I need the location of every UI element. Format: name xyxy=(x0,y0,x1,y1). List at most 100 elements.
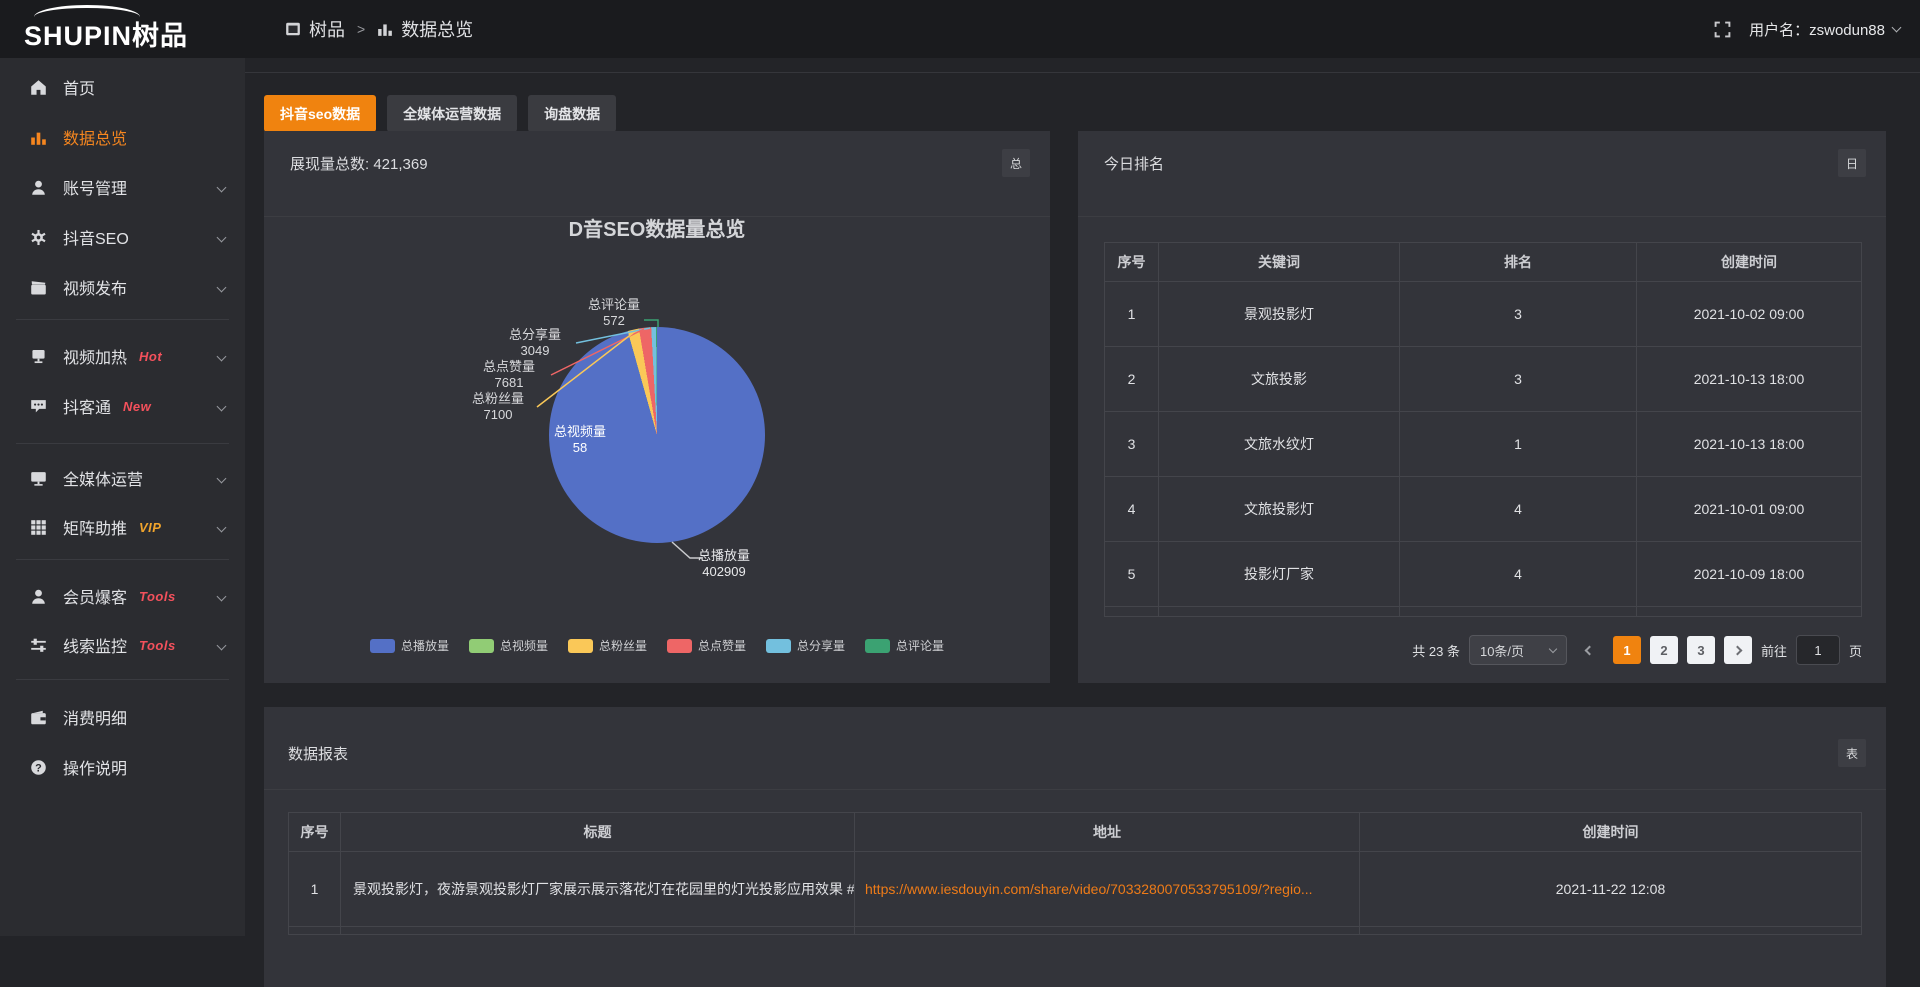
table-cell: 2021-10-02 09:00 xyxy=(1637,282,1862,347)
table-cell: 文旅投影 xyxy=(1159,347,1400,412)
page-button-3[interactable]: 3 xyxy=(1687,636,1715,664)
sidebar-item-clue-monitor[interactable]: 线索监控 Tools xyxy=(0,620,245,670)
sidebar-item-label: 矩阵助推 xyxy=(63,515,127,539)
table-cell: 2021-10-13 18:00 xyxy=(1637,347,1862,412)
tab-douyin-seo[interactable]: 抖音seo数据 xyxy=(264,95,376,132)
ranking-table: 序号 关键词 排名 创建时间 1 景观投影灯 3 2021-10-02 09:0… xyxy=(1104,242,1862,617)
home-icon xyxy=(30,79,47,96)
goto-page-input[interactable] xyxy=(1796,635,1840,665)
pie-label-name: 总播放量 xyxy=(674,548,774,564)
report-panel: 数据报表 表 序号 标题 地址 创建时间 1 景观投影灯，夜游景观投影灯厂家展示… xyxy=(264,707,1886,987)
panel-header: 展现量总数: 421,369 总 xyxy=(264,131,1050,217)
sidebar-item-matrix-boost[interactable]: 矩阵助推 VIP xyxy=(0,502,245,552)
chevron-down-icon xyxy=(1892,22,1902,32)
content-top-divider xyxy=(245,72,1920,73)
pie-label-value: 402909 xyxy=(674,564,774,580)
table-cell: 3 xyxy=(1400,347,1637,412)
legend-swatch xyxy=(370,639,395,653)
sidebar-item-douketong[interactable]: 抖客通 New xyxy=(0,381,245,431)
table-cell: 4 xyxy=(1104,477,1159,542)
sidebar-item-video-heat[interactable]: 视频加热 Hot xyxy=(0,331,245,381)
grid-icon xyxy=(30,519,47,536)
table-cell: 景观投影灯 xyxy=(1159,282,1400,347)
legend-item[interactable]: 总粉丝量 xyxy=(568,637,647,654)
table-cell: 文旅水纹灯 xyxy=(1159,412,1400,477)
legend-swatch xyxy=(469,639,494,653)
legend-item[interactable]: 总播放量 xyxy=(370,637,449,654)
prev-page-button[interactable] xyxy=(1576,636,1604,664)
pie-label-comments: 总评论量 572 xyxy=(564,297,664,329)
pie-label-name: 总视频量 xyxy=(530,424,630,440)
wallet-icon xyxy=(30,709,47,726)
gear-icon xyxy=(30,229,47,246)
total-badge-button[interactable]: 总 xyxy=(1002,149,1030,177)
chevron-down-icon xyxy=(217,523,227,533)
pie-label-value: 7681 xyxy=(459,375,559,391)
chevron-down-icon xyxy=(217,283,227,293)
sidebar-item-accounts[interactable]: 账号管理 xyxy=(0,162,245,212)
legend-label: 总粉丝量 xyxy=(599,637,647,654)
pie-label-name: 总评论量 xyxy=(564,297,664,313)
table-cell: 4 xyxy=(1400,542,1637,607)
chart-legend: 总播放量 总视频量 总粉丝量 总点赞量 总分享量 总评论量 xyxy=(264,637,1050,654)
sidebar-item-video-publish[interactable]: 视频发布 xyxy=(0,262,245,312)
fullscreen-icon[interactable] xyxy=(1714,21,1731,38)
legend-swatch xyxy=(865,639,890,653)
chevron-down-icon xyxy=(1549,644,1557,652)
sidebar-divider xyxy=(16,679,229,680)
table-row-clipped xyxy=(1104,607,1159,617)
chart-title: D音SEO数据量总览 xyxy=(264,213,1050,242)
sidebar: 首页 数据总览 账号管理 抖音SEO 视频发布 视频加热 Hot xyxy=(0,58,245,936)
sidebar-item-help[interactable]: ? 操作说明 xyxy=(0,742,245,792)
impressions-total: 展现量总数: 421,369 xyxy=(290,153,428,174)
legend-label: 总评论量 xyxy=(896,637,944,654)
user-menu[interactable]: 用户名：zswodun88 xyxy=(1749,19,1900,40)
column-header: 排名 xyxy=(1400,242,1637,282)
sidebar-item-omnimedia[interactable]: 全媒体运营 xyxy=(0,453,245,503)
pie-label-videos: 总视频量 58 xyxy=(530,424,630,456)
pie-label-fans: 总粉丝量 7100 xyxy=(448,391,548,423)
report-link[interactable]: https://www.iesdouyin.com/share/video/70… xyxy=(855,852,1360,927)
tab-omnimedia-data[interactable]: 全媒体运营数据 xyxy=(387,95,517,132)
legend-item[interactable]: 总视频量 xyxy=(469,637,548,654)
column-header: 序号 xyxy=(1104,242,1159,282)
page-button-1[interactable]: 1 xyxy=(1613,636,1641,664)
table-badge-button[interactable]: 表 xyxy=(1838,739,1866,767)
sidebar-item-label: 视频发布 xyxy=(63,275,127,299)
panel-header: 今日排名 日 xyxy=(1078,131,1886,217)
impressions-panel: 展现量总数: 421,369 总 D音SEO数据量总览 总评论量 572 总分享… xyxy=(264,131,1050,683)
legend-item[interactable]: 总点赞量 xyxy=(667,637,746,654)
sidebar-item-douyin-seo[interactable]: 抖音SEO xyxy=(0,212,245,262)
legend-item[interactable]: 总评论量 xyxy=(865,637,944,654)
table-cell: 2021-10-09 18:00 xyxy=(1637,542,1862,607)
page-size-select[interactable]: 10条/页 xyxy=(1469,635,1567,665)
day-badge-button[interactable]: 日 xyxy=(1838,149,1866,177)
legend-swatch xyxy=(766,639,791,653)
sidebar-item-label: 数据总览 xyxy=(63,125,127,149)
pagination: 共 23 条 10条/页 1 2 3 前往 页 xyxy=(1412,635,1862,665)
page: SHUPIN树品 树品 > 数据总览 用户名：zswodun88 首页 数据总览 xyxy=(0,0,1920,936)
breadcrumb-separator: > xyxy=(357,21,365,37)
column-header: 关键词 xyxy=(1159,242,1400,282)
chevron-down-icon xyxy=(217,352,227,362)
breadcrumb-root[interactable]: 树品 xyxy=(309,16,345,42)
clapperboard-icon xyxy=(30,279,47,296)
page-button-2[interactable]: 2 xyxy=(1650,636,1678,664)
sidebar-item-member-leads[interactable]: 会员爆客 Tools xyxy=(0,571,245,621)
next-page-button[interactable] xyxy=(1724,636,1752,664)
tab-inquiry-data[interactable]: 询盘数据 xyxy=(528,95,616,132)
svg-text:?: ? xyxy=(35,762,42,774)
sidebar-item-spend-details[interactable]: 消费明细 xyxy=(0,692,245,742)
menu-badge-hot: Hot xyxy=(139,349,162,364)
menu-badge-tools: Tools xyxy=(139,589,176,604)
sidebar-item-data-overview[interactable]: 数据总览 xyxy=(0,112,245,162)
menu-badge-new: New xyxy=(123,399,151,414)
table-cell: 文旅投影灯 xyxy=(1159,477,1400,542)
app-logo: SHUPIN树品 xyxy=(24,14,188,53)
table-cell: 1 xyxy=(1400,412,1637,477)
bar-chart-icon xyxy=(377,21,393,37)
table-row-clipped xyxy=(1360,927,1862,935)
legend-item[interactable]: 总分享量 xyxy=(766,637,845,654)
sidebar-item-home[interactable]: 首页 xyxy=(0,62,245,112)
bar-chart-icon xyxy=(30,129,47,146)
